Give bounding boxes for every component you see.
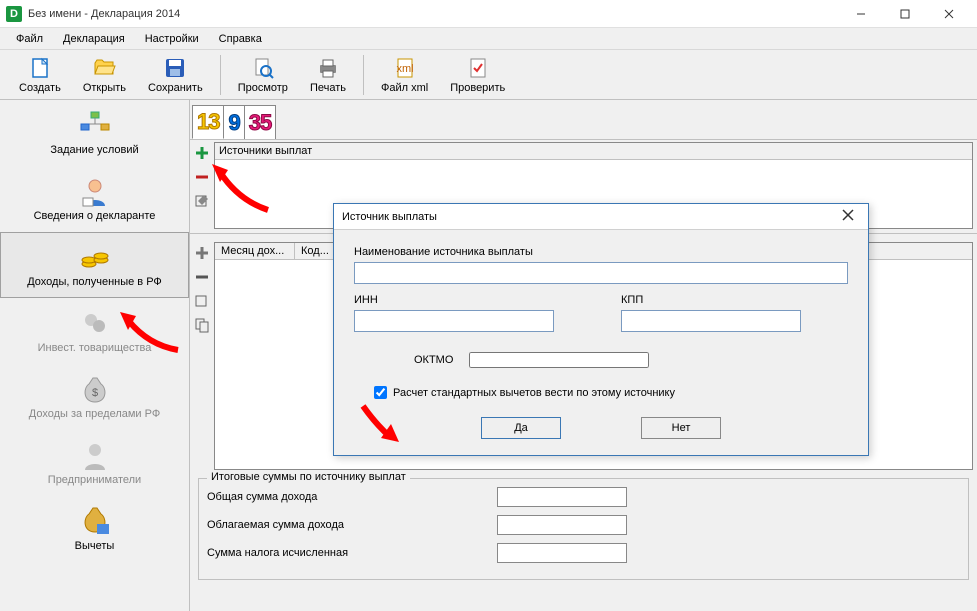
xml-button[interactable]: xml Файл xml	[370, 51, 439, 99]
months-mini-toolbar	[190, 234, 214, 474]
moneybag-icon: $	[79, 374, 111, 406]
menu-settings[interactable]: Настройки	[137, 31, 207, 47]
create-label: Создать	[19, 82, 61, 94]
totals-group: Итоговые суммы по источнику выплат Общая…	[198, 478, 969, 580]
oktmo-label: ОКТМО	[414, 354, 453, 366]
inn-input[interactable]	[354, 310, 554, 332]
tax-13-label: 13	[197, 109, 219, 135]
annotation-arrow	[208, 160, 278, 220]
preview-icon	[251, 56, 275, 80]
save-icon	[163, 56, 187, 80]
check-button[interactable]: Проверить	[439, 51, 516, 99]
source-name-input[interactable]	[354, 262, 848, 284]
print-button[interactable]: Печать	[299, 51, 357, 99]
sidebar-entrepreneurs[interactable]: Предприниматели	[0, 430, 189, 496]
tax-calc-field[interactable]	[497, 543, 627, 563]
person-icon	[79, 176, 111, 208]
total-income-label: Общая сумма дохода	[207, 491, 497, 503]
preview-button[interactable]: Просмотр	[227, 51, 299, 99]
invest-icon	[79, 308, 111, 340]
tax-tab-13[interactable]: 13	[192, 105, 224, 139]
sidebar-label: Вычеты	[75, 540, 115, 552]
close-button[interactable]	[927, 0, 971, 28]
dialog-yes-button[interactable]: Да	[481, 417, 561, 439]
col-month: Месяц дох...	[215, 243, 295, 259]
coins-icon	[79, 242, 111, 274]
sidebar-conditions[interactable]: Задание условий	[0, 100, 189, 166]
kpp-input[interactable]	[621, 310, 801, 332]
xml-label: Файл xml	[381, 82, 428, 94]
separator	[220, 55, 221, 95]
deductions-icon	[79, 506, 111, 538]
sidebar-label: Сведения о декларанте	[34, 210, 156, 222]
app-icon: D	[6, 6, 22, 22]
dialog-title-bar: Источник выплаты	[334, 204, 868, 230]
dialog-title-text: Источник выплаты	[342, 211, 437, 223]
save-label: Сохранить	[148, 82, 203, 94]
sidebar-label: Доходы, полученные в РФ	[27, 276, 162, 288]
total-income-field[interactable]	[497, 487, 627, 507]
sidebar-income-foreign[interactable]: $ Доходы за пределами РФ	[0, 364, 189, 430]
menu-file[interactable]: Файл	[8, 31, 51, 47]
tax-tab-35[interactable]: 35	[244, 105, 276, 139]
create-button[interactable]: Создать	[8, 51, 72, 99]
annotation-arrow	[355, 398, 405, 448]
new-doc-icon	[28, 56, 52, 80]
inn-label: ИНН	[354, 294, 581, 306]
open-label: Открыть	[83, 82, 126, 94]
check-icon	[466, 56, 490, 80]
maximize-button[interactable]	[883, 0, 927, 28]
window-controls	[839, 0, 971, 28]
annotation-arrow	[118, 310, 188, 360]
print-label: Печать	[310, 82, 346, 94]
open-button[interactable]: Открыть	[72, 51, 137, 99]
menu-declaration[interactable]: Декларация	[55, 31, 133, 47]
entrepreneur-icon	[79, 440, 111, 472]
source-name-label: Наименование источника выплаты	[354, 246, 848, 258]
check-label: Проверить	[450, 82, 505, 94]
kpp-label: КПП	[621, 294, 848, 306]
tax-tab-9[interactable]: 9	[223, 105, 244, 139]
sidebar-deductions[interactable]: Вычеты	[0, 496, 189, 562]
title-bar: D Без имени - Декларация 2014	[0, 0, 977, 28]
save-button[interactable]: Сохранить	[137, 51, 214, 99]
sidebar-declarant[interactable]: Сведения о декларанте	[0, 166, 189, 232]
minimize-button[interactable]	[839, 0, 883, 28]
edit-month-button[interactable]	[193, 292, 211, 310]
sidebar-income-rf[interactable]: Доходы, полученные в РФ	[0, 232, 189, 298]
window-title: Без имени - Декларация 2014	[28, 8, 839, 20]
menu-help[interactable]: Справка	[211, 31, 270, 47]
tax-rate-tabs: 13 9 35	[190, 100, 977, 140]
tax-9-label: 9	[228, 110, 239, 136]
svg-text:xml: xml	[396, 63, 413, 75]
sources-header: Источники выплат	[215, 143, 972, 160]
sidebar-label: Доходы за пределами РФ	[29, 408, 160, 420]
separator	[363, 55, 364, 95]
sidebar-label: Предприниматели	[48, 474, 141, 486]
menu-bar: Файл Декларация Настройки Справка	[0, 28, 977, 50]
dialog-close-button[interactable]	[836, 209, 860, 224]
tax-calc-label: Сумма налога исчисленная	[207, 547, 497, 559]
standard-deductions-label: Расчет стандартных вычетов вести по этом…	[393, 387, 675, 399]
tax-35-label: 35	[249, 110, 271, 136]
preview-label: Просмотр	[238, 82, 288, 94]
copy-month-button[interactable]	[193, 316, 211, 334]
dialog-no-button[interactable]: Нет	[641, 417, 721, 439]
taxable-income-label: Облагаемая сумма дохода	[207, 519, 497, 531]
sidebar-label: Задание условий	[50, 144, 138, 156]
payment-source-dialog: Источник выплаты Наименование источника …	[333, 203, 869, 456]
totals-legend: Итоговые суммы по источнику выплат	[207, 471, 410, 483]
print-icon	[316, 56, 340, 80]
open-folder-icon	[92, 56, 116, 80]
remove-month-button[interactable]	[193, 268, 211, 286]
oktmo-input[interactable]	[469, 352, 649, 368]
xml-file-icon: xml	[393, 56, 417, 80]
taxable-income-field[interactable]	[497, 515, 627, 535]
svg-text:$: $	[91, 387, 97, 399]
conditions-icon	[79, 110, 111, 142]
toolbar: Создать Открыть Сохранить Просмотр Печат…	[0, 50, 977, 100]
add-month-button[interactable]	[193, 244, 211, 262]
